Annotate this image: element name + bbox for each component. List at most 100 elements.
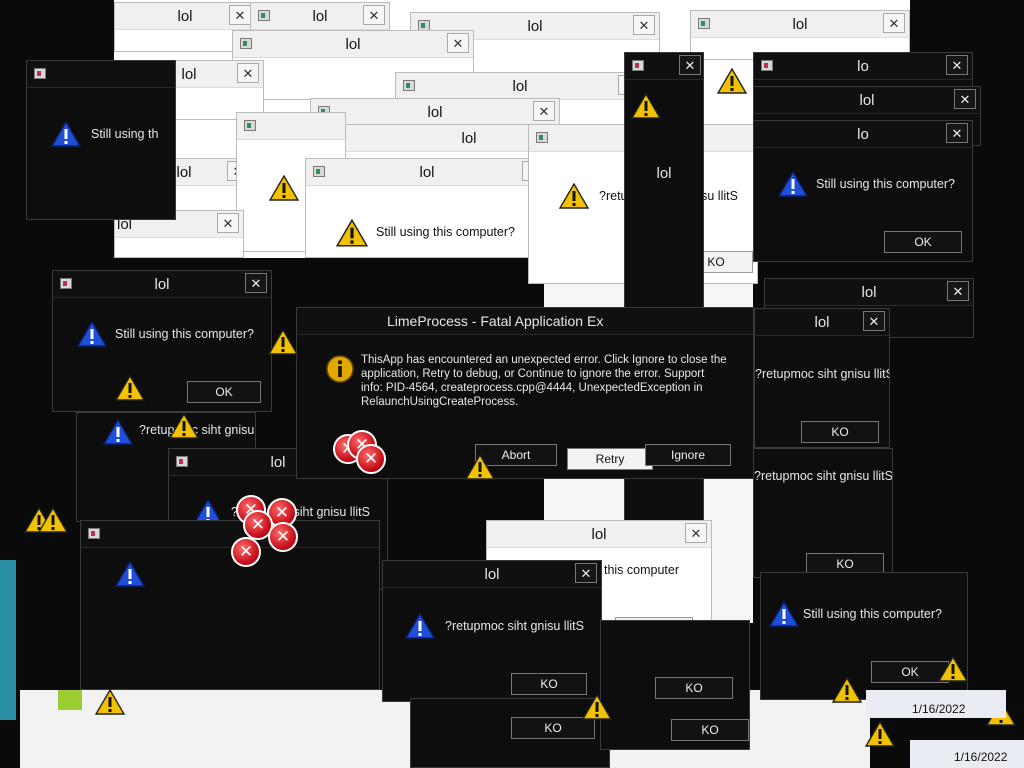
close-button[interactable]: ✕	[947, 281, 969, 301]
dialog-message: ?retupmoc siht gnisu llitS	[754, 469, 893, 483]
title-bar[interactable]: ✕	[625, 53, 703, 80]
dialog-message: ?retupmoc siht gnisu llitS	[445, 619, 584, 633]
dialog-window-dark-left-1: Still using th	[26, 60, 176, 220]
cascading-dialog-desktop: lol✕ lol✕ lol✕ lol✕ lol✕ lol✕ lol✕ lol✕ …	[0, 0, 1024, 768]
question-icon	[778, 171, 808, 197]
close-button[interactable]: ✕	[575, 563, 597, 583]
title-bar[interactable]: lol ✕	[311, 99, 559, 126]
ok-button[interactable]: OK	[884, 231, 962, 253]
window-title: lol	[427, 104, 443, 121]
dialog-window-dark-bottom-2: KO KO	[600, 620, 750, 750]
window-title: lol	[419, 164, 435, 181]
warning-icon	[95, 689, 125, 715]
title-bar[interactable]	[27, 61, 175, 88]
title-bar[interactable]: lol✕	[755, 309, 889, 336]
close-button[interactable]: ✕	[679, 55, 701, 75]
close-button[interactable]: ✕	[245, 273, 267, 293]
app-icon	[60, 278, 72, 289]
title-bar[interactable]	[237, 113, 345, 140]
error-text-line: application, Retry to debug, or Continue…	[361, 368, 705, 380]
error-icon: ✕	[268, 522, 298, 552]
error-icon: ✕	[231, 537, 261, 567]
ok-button[interactable]: KO	[801, 421, 879, 443]
warning-icon	[582, 694, 612, 720]
ignore-button[interactable]: Ignore	[645, 444, 731, 466]
taskbar-date: 1/16/2022	[954, 750, 1008, 764]
dialog-window-dark-center: lol ✕ ?retupmoc siht gnisu llitS KO	[382, 560, 602, 702]
warning-icon	[269, 175, 299, 201]
title-bar[interactable]: lo ✕	[754, 53, 972, 80]
dialog-window-dark-right-5: ?retupmoc siht gnisu llitS KO	[753, 448, 893, 578]
close-button[interactable]: ✕	[633, 15, 655, 35]
close-button[interactable]: ✕	[685, 523, 707, 543]
title-bar[interactable]: lol✕	[306, 159, 548, 186]
window-title: lol	[345, 36, 361, 53]
warning-icon	[115, 375, 145, 401]
title-bar[interactable]: lol ✕	[691, 11, 909, 38]
error-text-line: info: PID-4564, createprocess.cpp@4444, …	[361, 382, 703, 394]
warning-icon	[938, 656, 968, 682]
dialog-window-light-main: lol✕ Still using this computer?	[305, 158, 549, 258]
close-button[interactable]: ✕	[883, 13, 905, 33]
window-title: lol	[792, 16, 808, 33]
close-button[interactable]: ✕	[217, 213, 239, 233]
title-bar[interactable]: lol✕	[396, 73, 644, 100]
window-title: lol	[591, 526, 607, 543]
dialog-window-dark-bottom: KO	[410, 698, 610, 768]
close-button[interactable]: ✕	[363, 5, 385, 25]
window-title: lo	[857, 126, 869, 143]
title-bar[interactable]: lol ✕	[233, 31, 473, 58]
title-bar[interactable]: lol✕	[765, 279, 973, 306]
warning-icon	[38, 507, 68, 533]
ok-button[interactable]: KO	[511, 717, 595, 739]
warning-icon	[336, 219, 368, 247]
title-bar[interactable]: LimeProcess - Fatal Application Ex	[297, 308, 753, 335]
ok-button[interactable]: KO	[671, 719, 749, 741]
dialog-message: Still using th	[91, 127, 159, 141]
dialog-message: ?retupmoc siht gnisu llitS	[755, 367, 890, 381]
title-bar[interactable]	[81, 521, 379, 548]
app-icon	[698, 18, 710, 29]
warning-icon	[865, 721, 895, 747]
close-button[interactable]: ✕	[229, 5, 251, 25]
close-button[interactable]: ✕	[946, 123, 968, 143]
app-icon	[313, 166, 325, 177]
title-bar[interactable]: lol ✕	[487, 521, 711, 548]
warning-icon	[832, 677, 862, 703]
error-text-line: ThisApp has encountered an unexpected er…	[361, 354, 727, 366]
dialog-window-dark-left-2: lol ✕ Still using this computer? OK	[52, 270, 272, 412]
close-button[interactable]: ✕	[533, 101, 555, 121]
ok-button[interactable]: OK	[187, 381, 261, 403]
question-icon	[405, 613, 435, 639]
app-icon	[632, 60, 644, 71]
retry-button[interactable]: Retry	[567, 448, 653, 470]
close-button[interactable]: ✕	[237, 63, 259, 83]
warning-icon	[268, 329, 298, 355]
warning-icon	[631, 93, 661, 119]
close-button[interactable]: ✕	[863, 311, 885, 331]
title-bar[interactable]: lo ✕	[754, 121, 972, 148]
question-icon	[115, 561, 145, 587]
title-bar[interactable]: lol✕	[115, 3, 255, 30]
teal-edge-strip	[0, 560, 16, 720]
window-title: lol	[484, 566, 500, 583]
question-icon	[769, 601, 799, 627]
title-bar[interactable]: lol✕	[251, 3, 389, 30]
close-button[interactable]: ✕	[447, 33, 469, 53]
warning-icon	[169, 413, 199, 439]
window-title: lol	[859, 92, 875, 109]
close-button[interactable]: ✕	[954, 89, 976, 109]
app-icon	[240, 38, 252, 49]
info-icon	[325, 354, 355, 384]
ok-button[interactable]: KO	[511, 673, 587, 695]
ok-button[interactable]: KO	[655, 677, 733, 699]
taskbar-date: 1/16/2022	[912, 702, 966, 716]
dialog-message: Still using this computer?	[115, 327, 254, 341]
dialog-message: Still using this computer?	[816, 177, 955, 191]
title-bar[interactable]: lol ✕	[383, 561, 601, 588]
close-button[interactable]: ✕	[946, 55, 968, 75]
error-icon: ✕	[356, 444, 386, 474]
title-bar[interactable]: lol ✕	[754, 87, 980, 114]
dialog-window-dark-bottom-left	[80, 520, 380, 690]
title-bar[interactable]: lol✕	[53, 271, 271, 298]
